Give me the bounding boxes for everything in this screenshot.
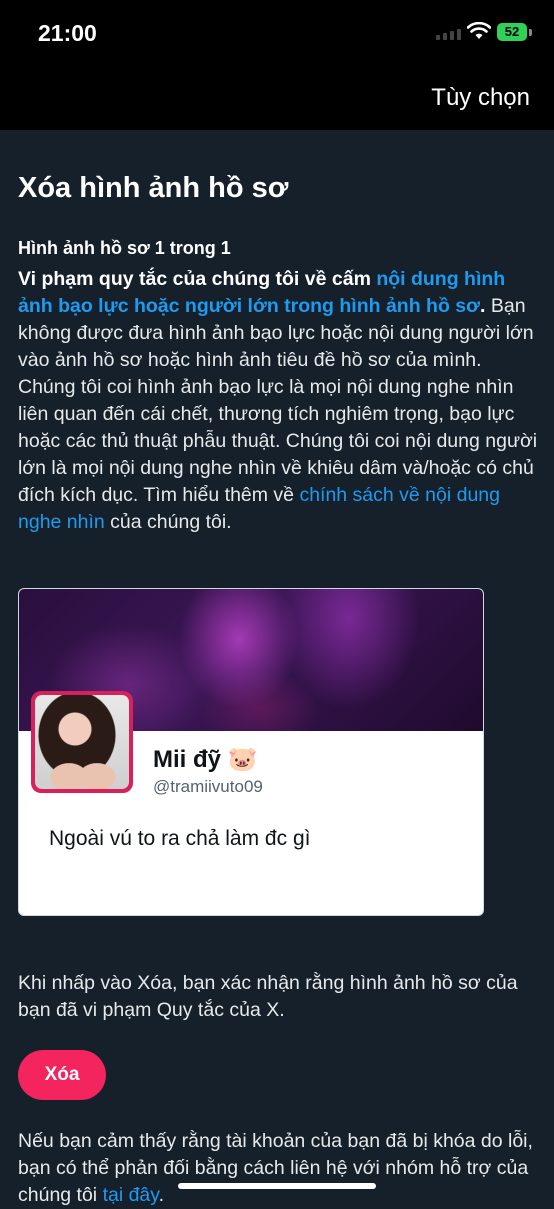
status-time: 21:00 <box>38 20 97 46</box>
battery-icon: 52 <box>497 23 527 41</box>
appeal-suffix: . <box>158 1184 164 1206</box>
page-title: Xóa hình ảnh hồ sơ <box>18 172 289 204</box>
delete-button[interactable]: Xóa <box>18 1050 106 1100</box>
avatar-image <box>35 695 129 789</box>
profile-name: Mii đỹ 🐷 <box>153 746 258 773</box>
nav-bar: Tùy chọn <box>0 64 554 130</box>
options-button[interactable]: Tùy chọn <box>431 84 530 112</box>
confirm-text: Khi nhấp vào Xóa, bạn xác nhận rằng hình… <box>18 972 518 1021</box>
profile-handle: @tramiivuto09 <box>153 777 263 796</box>
profile-bio: Ngoài vú to ra chả làm đc gì <box>49 827 311 850</box>
battery-tip <box>529 29 532 36</box>
status-bar: 21:00 52 <box>0 0 554 64</box>
cellular-signal-icon <box>436 29 461 40</box>
support-link[interactable]: tại đây <box>103 1184 159 1206</box>
violation-prefix: Vi phạm quy tắc của chúng tôi về cấm <box>18 268 377 290</box>
appeal-text: Nếu bạn cảm thấy rằng tài khoản của bạn … <box>18 1128 538 1209</box>
violation-description: Vi phạm quy tắc của chúng tôi về cấm nội… <box>18 266 538 536</box>
profile-card: Mii đỹ 🐷 @tramiivuto09 Ngoài vú to ra ch… <box>18 588 484 916</box>
home-indicator[interactable] <box>178 1183 376 1189</box>
wifi-icon <box>467 22 491 39</box>
body-text: Bạn không được đưa hình ảnh bạo lực hoặc… <box>18 295 538 506</box>
appeal-body: Nếu bạn cảm thấy rằng tài khoản của bạn … <box>18 1130 533 1206</box>
body-suffix: của chúng tôi. <box>104 511 232 533</box>
avatar <box>31 691 133 793</box>
image-count: Hình ảnh hồ sơ 1 trong 1 <box>18 238 231 258</box>
